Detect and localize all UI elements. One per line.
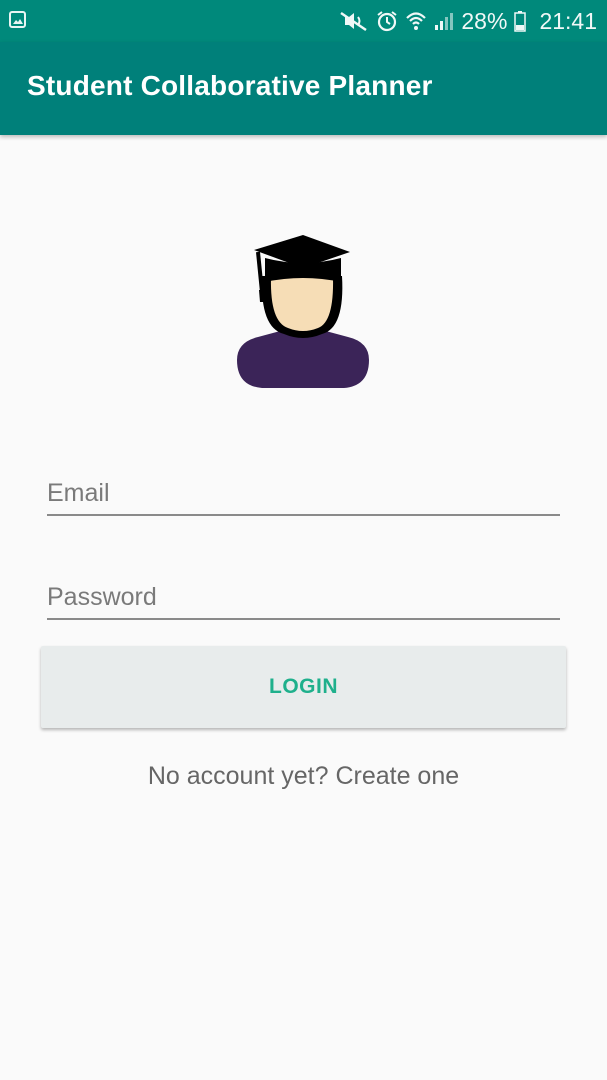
signal-icon [435, 13, 454, 30]
app-bar: Student Collaborative Planner [0, 42, 607, 135]
mute-icon [340, 11, 368, 32]
status-bar: 28% 21:41 [0, 0, 607, 42]
battery-icon [514, 11, 527, 32]
password-field[interactable] [47, 564, 560, 620]
alarm-icon [377, 11, 397, 32]
status-icons: 28% 21:41 [339, 0, 597, 42]
create-account-link[interactable]: No account yet? Create one [0, 762, 607, 791]
email-field[interactable] [47, 460, 560, 516]
login-button[interactable]: LOGIN [41, 646, 566, 728]
student-graduate-avatar-icon [237, 235, 369, 388]
email-input[interactable] [47, 460, 560, 514]
image-notification-icon [9, 11, 26, 28]
wifi-icon [406, 12, 427, 30]
battery-percentage: 28% [461, 8, 508, 34]
password-input[interactable] [47, 564, 560, 618]
app-title: Student Collaborative Planner [27, 70, 433, 101]
clock: 21:41 [539, 8, 597, 34]
